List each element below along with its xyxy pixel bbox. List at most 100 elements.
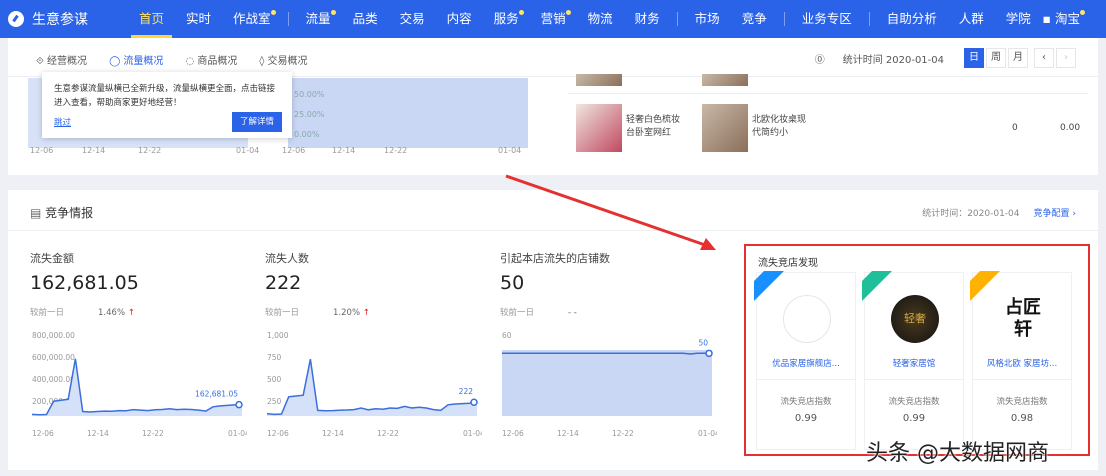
rank-ribbon-icon — [862, 271, 892, 301]
metric-1: 流失人数 222 较前一日 1.20% ↑ — [265, 250, 485, 318]
nav-item-2[interactable]: 作战室 — [233, 0, 276, 38]
compare-label: 较前一日 — [30, 308, 65, 318]
period-day[interactable]: 日 — [964, 48, 984, 68]
nav-item-6[interactable]: 交易 — [400, 0, 425, 38]
nav-separator — [783, 12, 785, 26]
nav-item-18[interactable]: 自助分析 — [887, 0, 937, 38]
metric-value: 162,681.05 — [30, 272, 139, 294]
nav-item-1[interactable]: 实时 — [186, 0, 211, 38]
product-title[interactable]: 北欧化妆桌现代简约小 — [752, 114, 812, 140]
shop-logo — [783, 295, 831, 343]
shop-name[interactable]: 优品家居旗舰店... — [757, 357, 855, 369]
x-tick: 12-22 — [377, 429, 399, 438]
nav-item-16[interactable]: 业务专区 — [802, 0, 852, 38]
rank-ribbon-icon — [970, 271, 1000, 301]
metric-label: 流失人数 — [265, 252, 309, 265]
nav-item-14[interactable]: 竞争 — [742, 0, 767, 38]
subtab-1[interactable]: ◯ 流量概况 — [109, 52, 163, 67]
x-tick: 01-04 — [463, 429, 482, 438]
count-value: 0 — [1012, 123, 1018, 133]
sub-tabs: ⟐ 经营概况 ◯ 流量概况 ◌ 商品概况 ◊ 交易概况 — [36, 52, 329, 67]
nav-item-11[interactable]: 财务 — [635, 0, 660, 38]
watermark: 头条 @大数据网商 — [866, 441, 1049, 466]
compare-label: 较前一日 — [265, 308, 300, 318]
nav-separator — [868, 12, 870, 26]
competitor-shop-card[interactable]: 轻奢 轻奢家居馆 流失竞店指数 0.99 — [862, 271, 964, 450]
end-point — [235, 400, 243, 409]
index-label: 流失竞店指数 — [780, 397, 832, 407]
subtab-0[interactable]: ⟐ 经营概况 — [36, 52, 87, 67]
sparkline-1: 1,000 750 500 250 222 12-06 12-14 12-22 01-04 — [267, 331, 482, 438]
x-tick: 01-04 — [698, 429, 717, 438]
shop-name[interactable]: 轻奢家居馆 — [865, 357, 963, 369]
metric-label: 流失金额 — [30, 252, 74, 265]
x-tick: 12-06 — [502, 429, 524, 438]
skip-link[interactable]: 跳过 — [54, 116, 71, 130]
brand-name: 生意参谋 — [32, 12, 88, 28]
series-area — [502, 350, 712, 416]
compare-label: 较前一日 — [500, 308, 535, 318]
subtab-3[interactable]: ◊ 交易概况 — [259, 52, 307, 67]
end-label: 162,681.05 — [195, 390, 238, 399]
nav-item-7[interactable]: 内容 — [447, 0, 472, 38]
x-tick: 12-14 — [557, 429, 579, 438]
x-label: 12-22 — [138, 146, 162, 155]
x-tick: 12-22 — [612, 429, 634, 438]
product-title[interactable]: 轻奢白色梳妆台卧室网红 — [626, 114, 686, 140]
metric-value: 50 — [500, 272, 525, 294]
nav-item-0[interactable]: 首页 — [130, 0, 173, 38]
x-label: 12-14 — [82, 146, 106, 155]
config-link[interactable]: 竞争配置 › — [1034, 209, 1076, 219]
rank-ribbon-icon — [754, 271, 784, 301]
x-label: 12-22 — [384, 146, 408, 155]
index-value: 0.99 — [902, 413, 926, 424]
stat-time: 统计时间：2020-01-04 — [922, 209, 1020, 219]
nav-item-20[interactable]: 学院 — [1006, 0, 1031, 38]
nav-item-5[interactable]: 品类 — [353, 0, 378, 38]
nav-item-4[interactable]: 流量 — [306, 0, 336, 38]
learn-more-button[interactable]: 了解详情 — [231, 112, 282, 132]
up-arrow-icon: ↑ — [127, 308, 135, 318]
y-label: 0.00% — [294, 130, 320, 139]
section-title-text: 竞争情报 — [45, 206, 94, 220]
product-image[interactable] — [702, 104, 748, 152]
metric-value: 222 — [265, 272, 302, 294]
x-tick: 12-22 — [142, 429, 164, 438]
shops-title: 流失竞店发现 — [758, 258, 818, 269]
sparkline-2: 60301505012-0612-1412-2201-04 — [502, 331, 717, 438]
nav-item-9[interactable]: 营销 — [541, 0, 571, 38]
nav-item-10[interactable]: 物流 — [588, 0, 613, 38]
product-image[interactable] — [576, 104, 622, 152]
logo-icon — [8, 11, 24, 27]
next-button[interactable]: › — [1056, 48, 1076, 68]
brand[interactable]: 生意参谋 — [8, 9, 128, 29]
period-month[interactable]: 月 — [1008, 48, 1028, 68]
up-arrow-icon: ↑ — [362, 308, 370, 318]
compare-change: 1.46% — [98, 308, 126, 318]
y-tick: 1,000 — [267, 331, 289, 340]
end-point — [470, 398, 478, 406]
metric-0: 流失金额 162,681.05 较前一日 1.46% ↑ — [30, 250, 250, 318]
info-icon: ⓪ — [814, 54, 825, 66]
y-tick: 800,000.00 — [32, 331, 75, 340]
user-menu[interactable]: ▪ 淘宝 — [1043, 0, 1086, 38]
nav-item-19[interactable]: 人群 — [959, 0, 984, 38]
metric-2: 引起本店流失的店铺数 50 较前一日 - - — [500, 250, 720, 318]
lost-competitor-shops: 流失竞店发现 优品家居旗舰店... 流失竞店指数 0.99 轻奢 轻奢家居馆 流… — [744, 244, 1090, 456]
x-tick: 12-14 — [87, 429, 109, 438]
stat-time: 统计时间 2020-01-04 — [842, 54, 944, 66]
nav-item-13[interactable]: 市场 — [695, 0, 720, 38]
y-tick: 750 — [267, 353, 282, 362]
nav-item-8[interactable]: 服务 — [494, 0, 524, 38]
section-title: ▤ 竞争情报 — [30, 204, 93, 221]
subtab-2[interactable]: ◌ 商品概况 — [185, 52, 237, 67]
end-label: 222 — [459, 387, 474, 396]
competitor-shop-card[interactable]: 优品家居旗舰店... 流失竞店指数 0.99 — [754, 271, 856, 450]
y-tick: 400,000.00 — [32, 375, 75, 384]
x-label: 12-14 — [332, 146, 356, 155]
tooltip-text: 生意参谋流量纵横已全新升级，流量纵横更全面，点击链接进入查看，帮助商家更好地经营… — [54, 84, 276, 108]
shop-name[interactable]: 风格北欧 家居坊... — [973, 357, 1071, 369]
period-week[interactable]: 周 — [986, 48, 1006, 68]
prev-button[interactable]: ‹ — [1034, 48, 1054, 68]
competitor-shop-card[interactable]: 占匠轩 风格北欧 家居坊... 流失竞店指数 0.98 — [970, 271, 1072, 450]
